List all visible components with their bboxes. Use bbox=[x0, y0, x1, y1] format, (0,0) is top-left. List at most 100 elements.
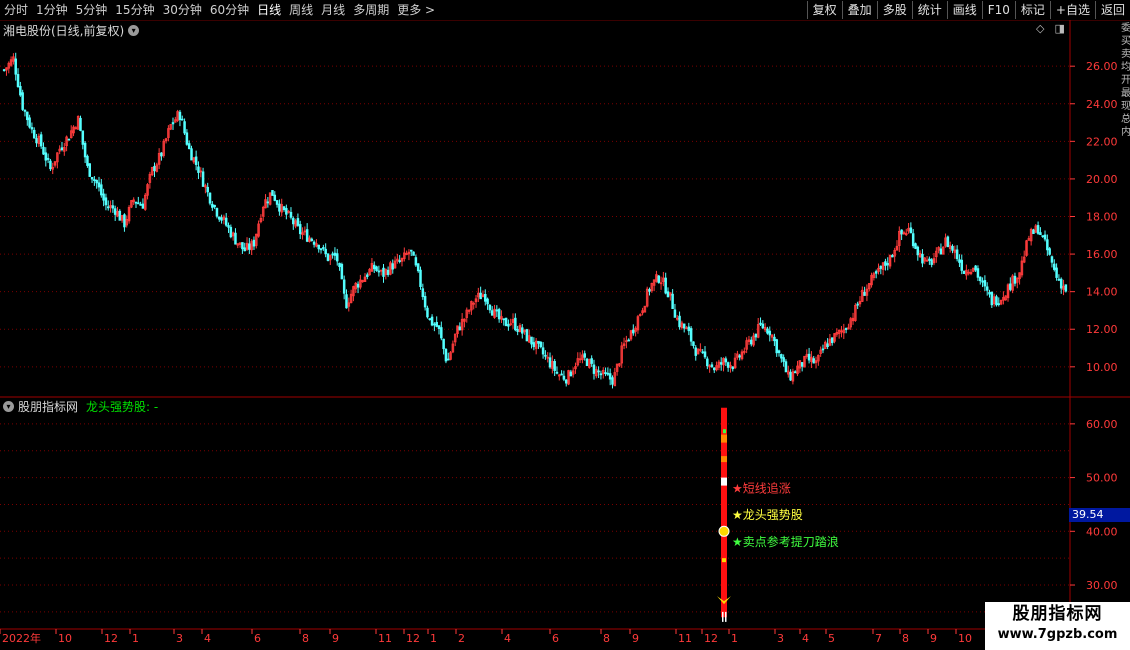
candle-body bbox=[95, 179, 98, 184]
candle-body bbox=[194, 156, 198, 165]
chevron-down-icon[interactable]: ▾ bbox=[128, 25, 140, 36]
candle-body bbox=[532, 342, 536, 347]
candle-body bbox=[183, 121, 186, 134]
candle-body bbox=[273, 194, 277, 201]
candle-body bbox=[292, 218, 295, 225]
candle-body bbox=[134, 201, 138, 204]
candle-body bbox=[104, 197, 108, 206]
kline-chart[interactable]: 26.00 24.00 22.00 20.00 18.00 16.00 14.00 12.00… bbox=[0, 0, 1130, 650]
candle-body bbox=[100, 184, 103, 196]
candle-body bbox=[502, 318, 506, 321]
candle-body bbox=[562, 375, 566, 380]
candle-body bbox=[278, 203, 281, 212]
indicator-segment bbox=[721, 477, 727, 486]
candle-body bbox=[447, 358, 450, 361]
indicator-tail bbox=[722, 611, 724, 622]
main-panel-title: 湘电股份(日线,前复权) ▾ bbox=[3, 22, 140, 39]
candle-body bbox=[844, 328, 848, 330]
indicator-segment bbox=[721, 434, 727, 443]
candle-body bbox=[444, 348, 448, 362]
candle-body bbox=[990, 291, 994, 306]
candle-body bbox=[433, 323, 436, 326]
date-label: 12 bbox=[406, 632, 420, 645]
candle-body bbox=[777, 350, 781, 354]
candle-body bbox=[317, 244, 320, 250]
date-label: 9 bbox=[632, 632, 639, 645]
candle-body bbox=[44, 152, 48, 161]
date-label: 11 bbox=[678, 632, 692, 645]
y-tick-label: 16.00 bbox=[1086, 248, 1118, 261]
stock-title[interactable]: 湘电股份(日线,前复权) bbox=[3, 22, 124, 39]
candle-body bbox=[490, 310, 494, 316]
watermark-url: www.7gpzb.com bbox=[997, 627, 1118, 642]
sub-y-tick-label: 40.00 bbox=[1086, 525, 1118, 538]
indicator-tail bbox=[725, 611, 727, 622]
candle-body bbox=[171, 122, 175, 125]
candle-body bbox=[821, 348, 825, 351]
indicator-source[interactable]: 股朋指标网 bbox=[18, 398, 78, 415]
candle-body bbox=[1057, 278, 1061, 281]
candle-body bbox=[514, 317, 517, 331]
candle-body bbox=[67, 138, 71, 141]
chevron-down-icon[interactable]: ▾ bbox=[3, 401, 14, 412]
panel-toggle-icon[interactable]: ◨ bbox=[1054, 22, 1064, 35]
date-label: 11 bbox=[378, 632, 392, 645]
candle-body bbox=[340, 263, 344, 280]
diamond-icon[interactable]: ◇ bbox=[1036, 22, 1044, 35]
candle-body bbox=[213, 204, 216, 208]
candle-body bbox=[139, 203, 142, 206]
candle-body bbox=[484, 294, 487, 302]
candle-body bbox=[398, 260, 401, 262]
candle-body bbox=[375, 266, 378, 271]
sub-y-tick-label: 60.00 bbox=[1086, 418, 1118, 431]
candle-body bbox=[608, 373, 612, 380]
candle-body bbox=[21, 92, 24, 110]
candle-body bbox=[710, 364, 714, 367]
candle-body bbox=[900, 229, 903, 235]
candle-body bbox=[1048, 248, 1051, 255]
candle-body bbox=[671, 293, 674, 310]
candle-body bbox=[326, 253, 330, 261]
candle-body bbox=[442, 338, 445, 350]
candle-body bbox=[548, 357, 552, 368]
candle-body bbox=[488, 304, 492, 311]
candle-body bbox=[682, 323, 686, 329]
candle-body bbox=[83, 142, 87, 158]
date-label: 6 bbox=[552, 632, 559, 645]
watermark-title: 股朋指标网 bbox=[1012, 604, 1103, 624]
candle-body bbox=[782, 357, 785, 362]
candle-body bbox=[560, 373, 563, 376]
candle-body bbox=[585, 358, 589, 367]
candle-body bbox=[206, 186, 209, 193]
indicator-dot bbox=[722, 558, 726, 563]
candle-body bbox=[111, 205, 115, 209]
candle-body bbox=[372, 264, 376, 270]
candle-body bbox=[974, 265, 977, 271]
candle-body bbox=[731, 366, 735, 370]
candle-body bbox=[14, 58, 17, 75]
date-label: 12 bbox=[704, 632, 718, 645]
panel-controls: ◇ ◨ bbox=[1036, 22, 1065, 35]
candle-body bbox=[995, 296, 998, 306]
candle-body bbox=[28, 117, 31, 128]
candle-body bbox=[298, 224, 302, 235]
candle-body bbox=[800, 362, 804, 367]
candle-body bbox=[30, 127, 34, 130]
candle-body bbox=[79, 117, 82, 131]
candle-body bbox=[86, 155, 89, 166]
candle-body bbox=[946, 236, 950, 248]
sub-y-tick-label: 30.00 bbox=[1086, 579, 1118, 592]
candle-body bbox=[541, 347, 545, 355]
candle-body bbox=[435, 321, 438, 327]
quote-strip: 委买卖均开最现总内 bbox=[1121, 23, 1130, 138]
candle-body bbox=[296, 218, 300, 226]
candle-body bbox=[137, 202, 140, 205]
candle-body bbox=[916, 246, 920, 256]
date-label: 2 bbox=[458, 632, 465, 645]
candle-body bbox=[333, 252, 337, 256]
candle-body bbox=[687, 326, 691, 332]
candle-body bbox=[377, 270, 381, 273]
candle-body bbox=[985, 286, 989, 291]
candle-body bbox=[648, 289, 651, 292]
candle-body bbox=[197, 166, 200, 173]
